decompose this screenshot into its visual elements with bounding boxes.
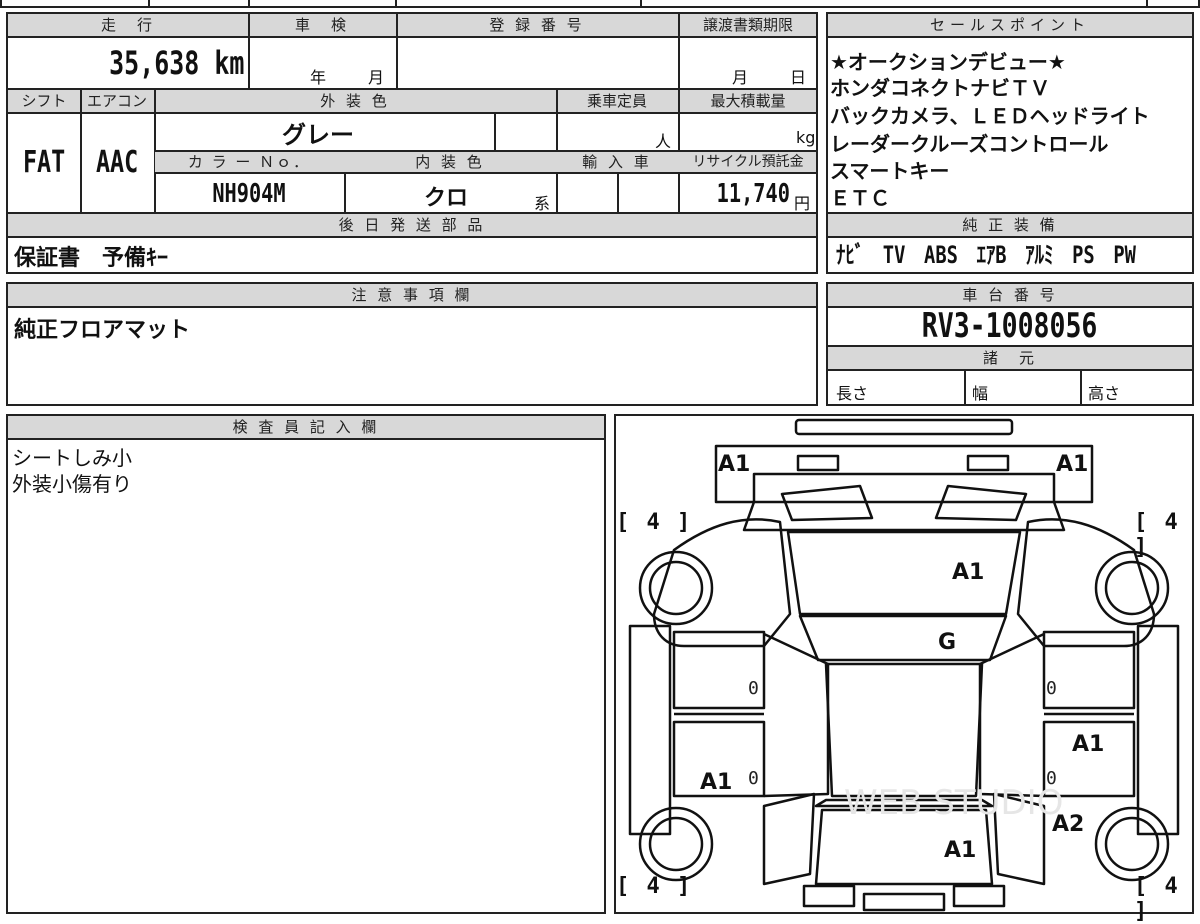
mark-rear: A1	[944, 838, 977, 863]
divider	[154, 172, 816, 174]
mileage-value: 35,638 km	[108, 44, 244, 82]
later-parts-label: 後 日 発 送 部 品	[338, 216, 486, 234]
divider	[396, 14, 398, 88]
divider	[8, 306, 816, 308]
later-parts-value: 保証書 予備ｷｰ	[14, 246, 169, 271]
watermark: WEB STUDIO	[844, 783, 1063, 823]
inspection-year: 年	[310, 68, 327, 87]
divider	[964, 369, 966, 406]
car-diagram: WEB STUDIO	[628, 418, 1180, 912]
import-label: 輸 入 車	[582, 153, 652, 171]
sales-point-line-2: ホンダコネクトナビＴＶ	[830, 76, 1050, 100]
interior-color-value: クロ	[424, 186, 469, 211]
mark-right-rear-door: A1	[1072, 732, 1105, 757]
registration-label: 登 録 番 号	[489, 16, 585, 34]
divider	[1146, 0, 1148, 6]
transfer-month: 月	[732, 68, 749, 87]
color-no-value: NH904M	[212, 179, 286, 209]
transfer-deadline-label: 譲渡書類期限	[702, 16, 793, 34]
aircon-label: エアコン	[86, 92, 147, 110]
notes-label: 注 意 事 項 欄	[351, 286, 473, 304]
divider	[248, 0, 250, 6]
divider	[8, 236, 816, 238]
divider	[640, 0, 642, 6]
interior-suffix: 系	[534, 194, 551, 213]
recycle-value: 11,740	[716, 179, 790, 209]
divider	[395, 0, 397, 6]
mark-bonnet: A1	[952, 560, 985, 585]
divider	[678, 14, 680, 88]
chassis-value: RV3-1008056	[922, 306, 1098, 346]
divider	[828, 36, 1192, 38]
inspector-line-1: シートしみ小	[12, 446, 132, 470]
mark-left-rear-door: A1	[700, 770, 733, 795]
divider	[617, 172, 619, 212]
color-no-label: カ ラ ー Ｎｏ．	[187, 153, 311, 171]
exterior-color-label: 外 装 色	[320, 92, 390, 110]
mark-front-left: A1	[718, 452, 751, 477]
spec-label: 諸 元	[982, 349, 1037, 367]
mark-right-rear-quarter: A2	[1052, 812, 1085, 837]
shift-value: FAT	[22, 145, 66, 180]
divider	[8, 112, 816, 114]
max-load-label: 最大積載量	[710, 92, 786, 110]
top-strip	[0, 0, 1200, 8]
inspection-month: 月	[368, 68, 385, 87]
inspector-label: 検 査 員 記 入 欄	[232, 418, 380, 436]
sales-point-line-6: ＥＴＣ	[830, 186, 890, 210]
sales-point-line-1: ★オークションデビュー★	[830, 50, 1066, 74]
tire-front-right: [ 4 ]	[1134, 510, 1180, 560]
height-label: 高さ	[1088, 384, 1121, 403]
inspection-label: 車 検	[294, 16, 349, 34]
divider	[494, 112, 496, 150]
width-label: 幅	[972, 384, 989, 403]
length-label: 長さ	[836, 384, 869, 403]
divider	[828, 236, 1192, 238]
divider	[828, 369, 1192, 371]
notes-value: 純正フロアマット	[14, 318, 191, 343]
zero-left-front-door: 0	[748, 678, 759, 699]
divider	[148, 0, 150, 6]
mark-windshield: G	[938, 630, 957, 655]
max-load-unit: kg	[796, 128, 816, 147]
divider	[8, 438, 604, 440]
divider	[248, 14, 250, 88]
inspector-line-2: 外装小傷有り	[12, 472, 132, 496]
transfer-day: 日	[790, 68, 807, 87]
aircon-value: AAC	[95, 145, 139, 180]
zero-right-rear-door: 0	[1046, 768, 1057, 789]
capacity-label: 乗車定員	[586, 92, 647, 110]
capacity-unit: 人	[655, 132, 672, 151]
tire-rear-left: [ 4 ]	[616, 874, 693, 899]
sales-points-label: セールスポイント	[929, 16, 1090, 34]
divider	[8, 36, 816, 38]
recycle-unit: 円	[794, 194, 811, 213]
sales-point-line-5: スマートキー	[830, 159, 950, 183]
tire-front-left: [ 4 ]	[616, 510, 693, 535]
recycle-label: リサイクル預託金	[692, 154, 804, 170]
mark-front-right: A1	[1056, 452, 1089, 477]
shift-label: シフト	[21, 92, 67, 110]
divider	[1080, 369, 1082, 406]
interior-color-label: 内 装 色	[415, 153, 485, 171]
exterior-color-value: グレー	[282, 121, 354, 149]
sales-point-line-4: レーダークルーズコントロール	[830, 132, 1109, 156]
tire-rear-right: [ 4 ]	[1134, 874, 1180, 924]
zero-right-front-door: 0	[1046, 678, 1057, 699]
equipment-label: 純 正 装 備	[962, 216, 1058, 234]
zero-left-rear-door: 0	[748, 768, 759, 789]
equipment-value: ﾅﾋﾞ TV ABS ｴｱB ｱﾙﾐ PS PW	[836, 241, 1136, 269]
sales-point-line-3: バックカメラ、ＬＥＤヘッドライト	[830, 104, 1150, 128]
chassis-label: 車 台 番 号	[962, 286, 1058, 304]
mileage-label: 走 行	[100, 16, 155, 34]
